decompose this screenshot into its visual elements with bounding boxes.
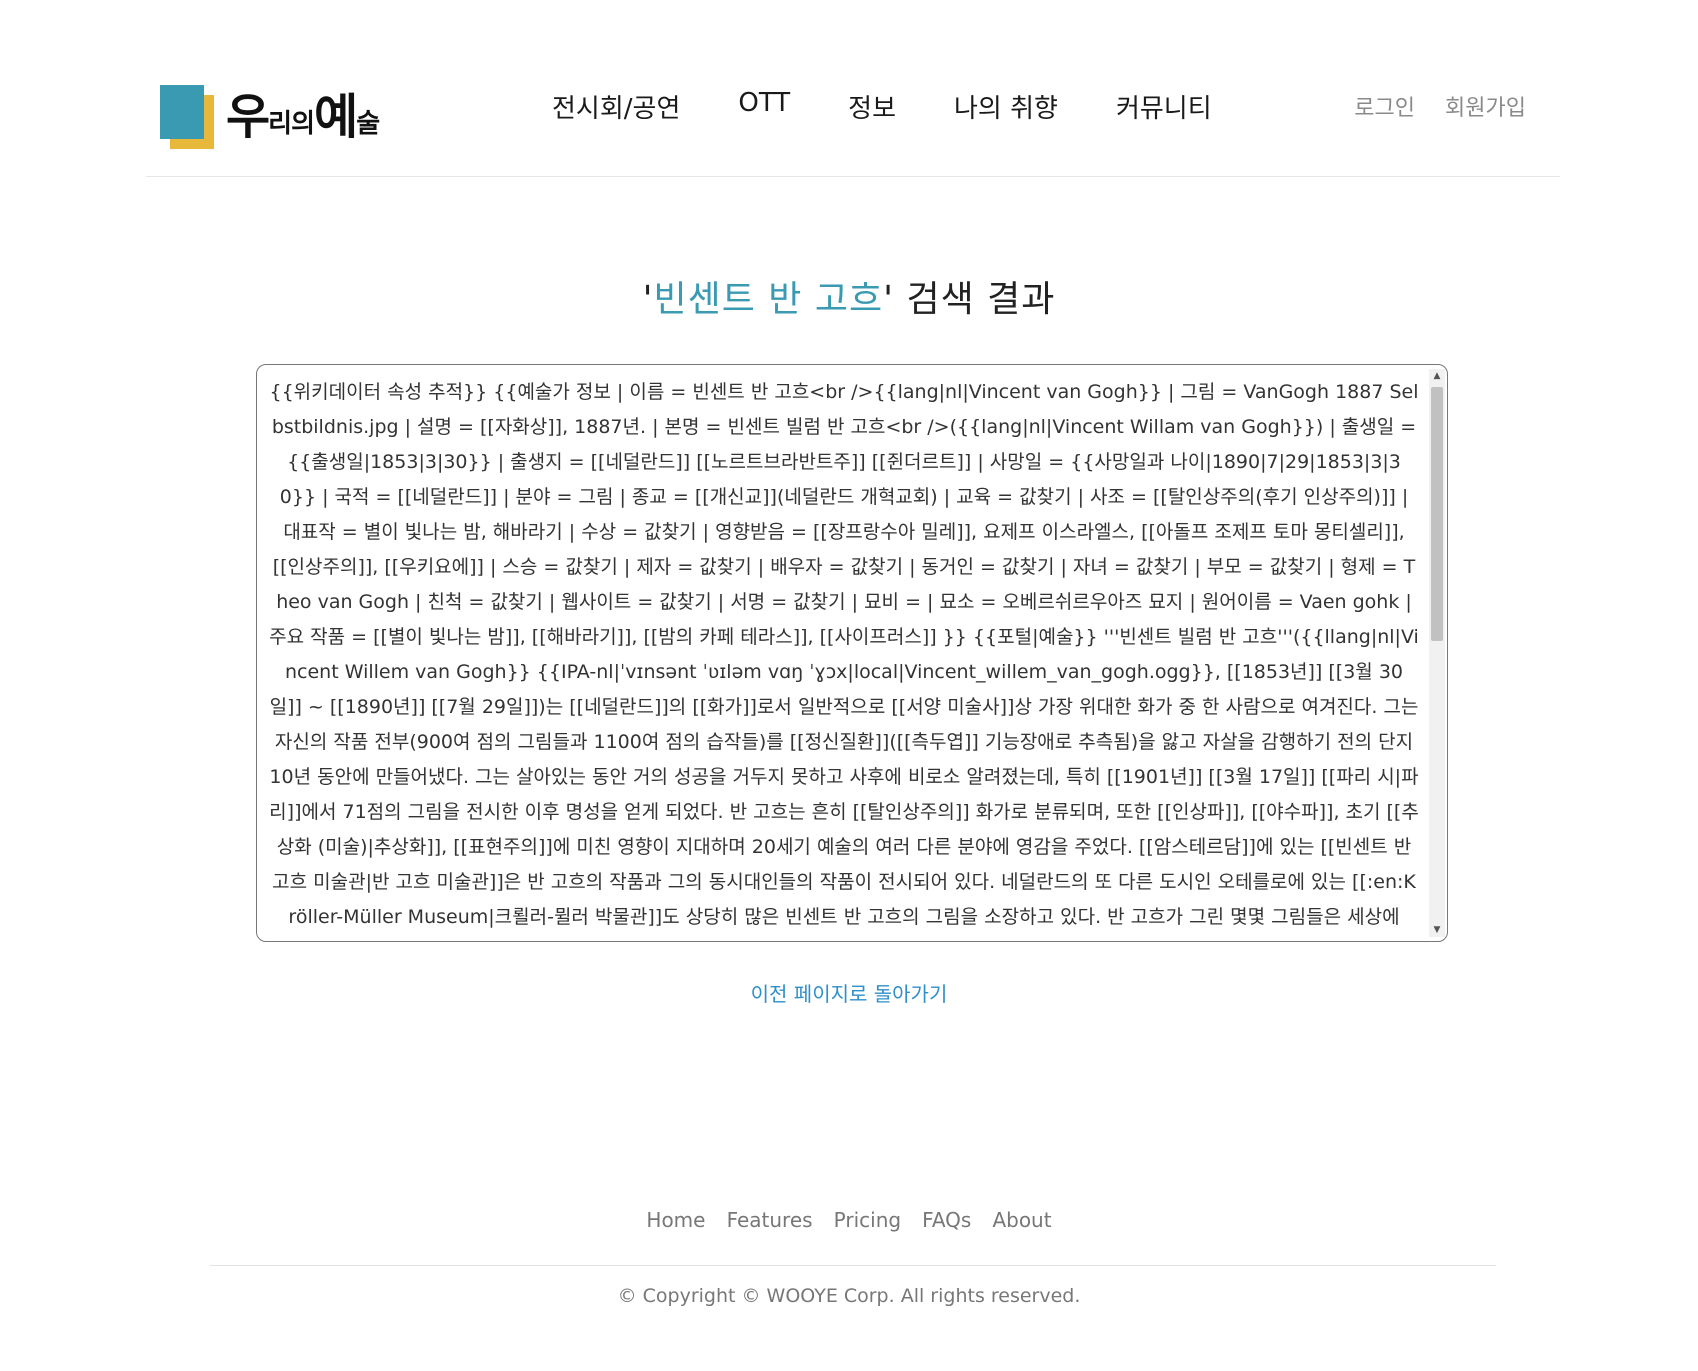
scroll-thumb[interactable] <box>1431 387 1443 641</box>
logo-char-1: 우 <box>226 89 270 145</box>
quote-close: ' <box>883 279 895 320</box>
logo-mark-icon <box>160 85 214 149</box>
nav-info[interactable]: 정보 <box>848 88 896 125</box>
site-logo[interactable]: 우 리의 예 술 <box>160 84 400 150</box>
logo-char-4: 술 <box>356 109 380 139</box>
search-query: 빈센트 반 고흐 <box>653 279 884 320</box>
footer-home[interactable]: Home <box>646 1208 705 1232</box>
nav-community[interactable]: 커뮤니티 <box>1116 88 1212 125</box>
quote-open: ' <box>642 279 654 320</box>
title-suffix: 검색 결과 <box>894 279 1056 320</box>
scroll-down-icon[interactable]: ▼ <box>1429 923 1445 937</box>
main-nav: 전시회/공연 OTT 정보 나의 취향 커뮤니티 <box>552 88 1270 125</box>
copyright: © Copyright © WOOYE Corp. All rights res… <box>617 1285 1081 1307</box>
nav-exhibitions[interactable]: 전시회/공연 <box>552 88 680 125</box>
footer-divider <box>210 1265 1496 1266</box>
footer-pricing[interactable]: Pricing <box>834 1208 901 1232</box>
auth-links: 로그인 회원가입 <box>1354 90 1526 122</box>
site-header: 우 리의 예 술 전시회/공연 OTT 정보 나의 취향 커뮤니티 로그인 회원… <box>146 70 1560 177</box>
signup-link[interactable]: 회원가입 <box>1445 90 1526 122</box>
search-result-title: '빈센트 반 고흐' 검색 결과 <box>0 270 1698 322</box>
back-link[interactable]: 이전 페이지로 돌아가기 <box>0 978 1698 1007</box>
logo-char-3: 예 <box>314 89 358 145</box>
logo-char-2: 리의 <box>268 109 315 139</box>
footer-nav: Home Features Pricing FAQs About <box>0 1208 1698 1232</box>
footer-about[interactable]: About <box>992 1208 1051 1232</box>
footer-features[interactable]: Features <box>727 1208 813 1232</box>
nav-ott[interactable]: OTT <box>738 88 790 125</box>
footer-faqs[interactable]: FAQs <box>922 1208 971 1232</box>
login-link[interactable]: 로그인 <box>1354 90 1415 122</box>
scroll-up-icon[interactable]: ▲ <box>1429 369 1445 383</box>
scrollbar[interactable]: ▲ ▼ <box>1429 369 1445 937</box>
nav-my-taste[interactable]: 나의 취향 <box>954 88 1058 125</box>
logo-text: 우 리의 예 술 <box>226 89 380 145</box>
result-text: {{위키데이터 속성 추적}} {{예술가 정보 | 이름 = 빈센트 반 고흐… <box>269 381 1419 928</box>
result-text-area[interactable]: {{위키데이터 속성 추적}} {{예술가 정보 | 이름 = 빈센트 반 고흐… <box>256 364 1448 942</box>
